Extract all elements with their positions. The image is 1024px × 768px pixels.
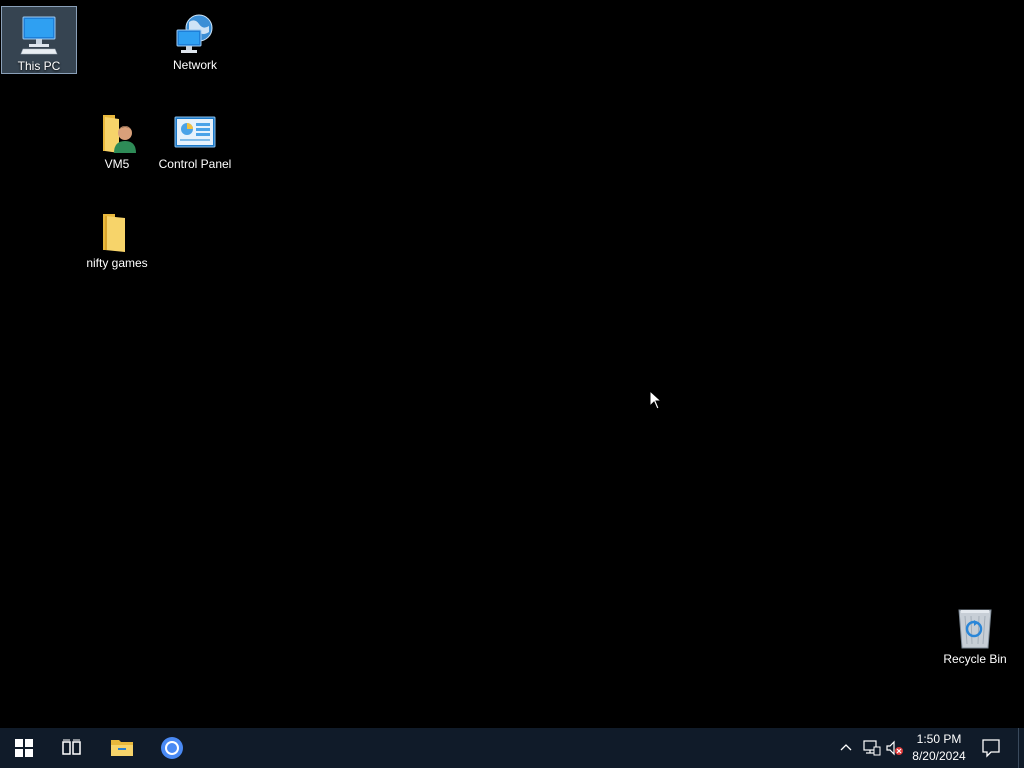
desktop[interactable]: This PC Network VM5 Control Panel nifty … [0, 0, 1024, 728]
desktop-icon-network[interactable]: Network [157, 6, 233, 74]
desktop-icon-label: Network [172, 58, 217, 72]
desktop-icon-label: Control Panel [158, 157, 232, 171]
chrome-taskbar-button[interactable] [148, 728, 196, 768]
action-center-icon [982, 739, 1000, 758]
taskbar-clock[interactable]: 1:50 PM 8/20/2024 [906, 731, 972, 765]
volume-muted-icon[interactable] [885, 738, 905, 758]
taskbar: 1:50 PM 8/20/2024 [0, 728, 1024, 768]
desktop-icon-label: This PC [17, 59, 61, 73]
task-view-button[interactable] [48, 728, 96, 768]
control-panel-icon [173, 111, 217, 155]
windows-logo-icon [15, 739, 33, 757]
action-center-button[interactable] [978, 736, 1004, 760]
clock-time: 1:50 PM [916, 732, 962, 746]
desktop-icon-label: VM5 [104, 157, 130, 171]
recycle-bin-icon [953, 606, 997, 650]
desktop-icon-vm5[interactable]: VM5 [79, 105, 155, 173]
start-button[interactable] [0, 728, 48, 768]
this-pc-icon [17, 13, 61, 57]
folder-icon [95, 210, 139, 254]
file-explorer-taskbar-button[interactable] [98, 728, 146, 768]
desktop-icon-label: nifty games [86, 256, 148, 270]
network-icon [173, 12, 217, 56]
desktop-icon-label: Recycle Bin [943, 652, 1007, 666]
chevron-up-icon[interactable] [836, 738, 856, 758]
folder-icon [111, 740, 133, 756]
mouse-cursor-icon [649, 389, 663, 410]
chrome-icon [161, 737, 183, 759]
desktop-icon-recycle-bin[interactable]: Recycle Bin [937, 600, 1013, 668]
clock-date: 8/20/2024 [912, 749, 966, 763]
user-folder-icon [95, 111, 139, 155]
desktop-icon-nifty-games[interactable]: nifty games [79, 204, 155, 272]
show-desktop-button[interactable] [1018, 728, 1024, 768]
desktop-icon-this-pc[interactable]: This PC [1, 6, 77, 74]
desktop-icon-control-panel[interactable]: Control Panel [153, 105, 237, 173]
network-wired-icon[interactable] [861, 738, 881, 758]
task-view-icon [62, 739, 81, 755]
